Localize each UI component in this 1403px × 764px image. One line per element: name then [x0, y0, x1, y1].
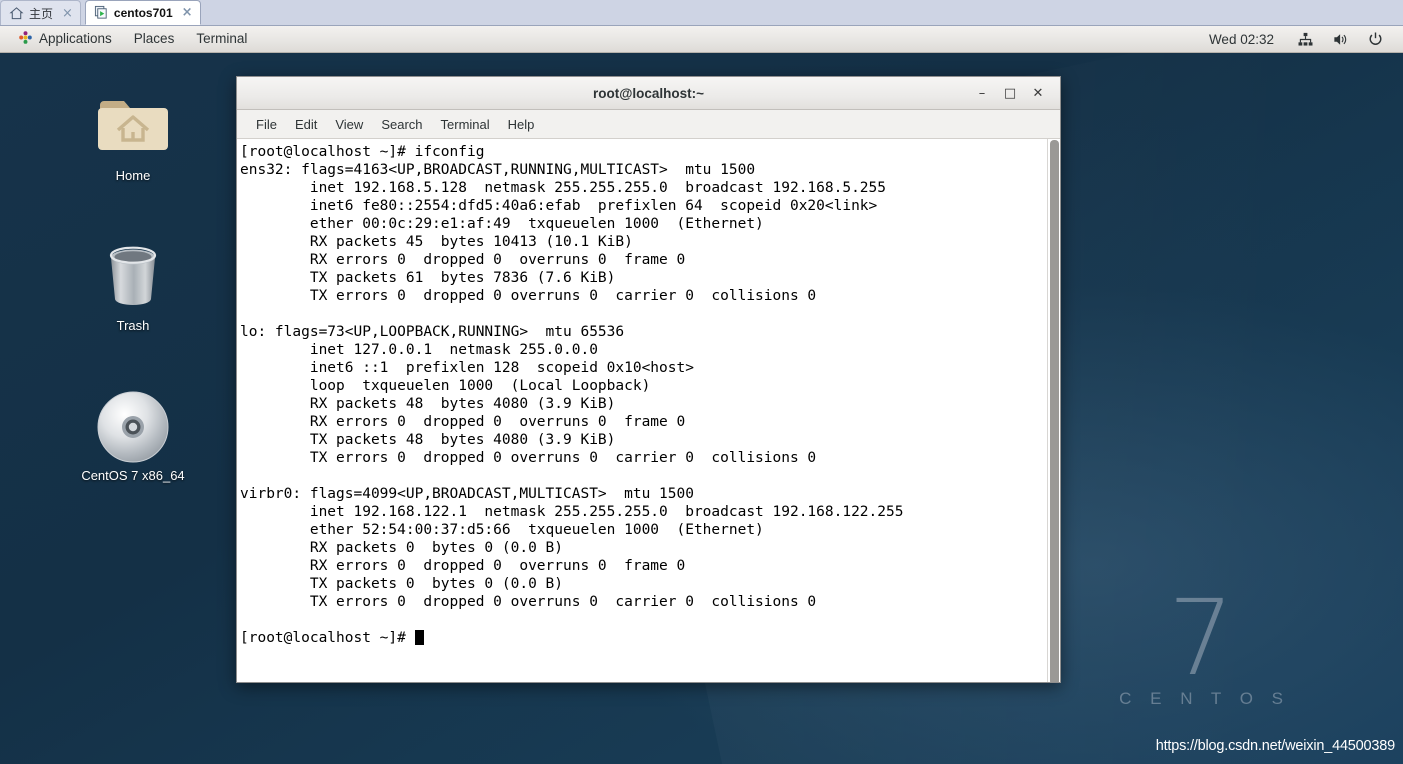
power-icon[interactable]	[1358, 31, 1393, 48]
vmware-tab-centos701-label: centos701	[113, 5, 173, 20]
watermark-number: 7	[1167, 577, 1235, 700]
menu-item-file[interactable]: File	[247, 115, 286, 134]
desktop-icon-centos-disc-label: CentOS 7 x86_64	[81, 468, 185, 483]
desktop-icon-home-folder[interactable]: Home	[74, 89, 192, 183]
panel-label-terminal: Terminal	[196, 31, 248, 47]
vmware-tab-home[interactable]: 主页 ×	[0, 0, 81, 25]
centos-watermark: 7 C E N T O S	[1112, 577, 1290, 709]
terminal-title-label: root@localhost:~	[592, 85, 705, 101]
close-button[interactable]: ✕	[1024, 80, 1052, 106]
blog-url-watermark: https://blog.csdn.net/weixin_44500389	[1155, 738, 1395, 754]
centos-applications-icon	[18, 30, 33, 48]
panel-menu-group: Applications Places Terminal	[0, 28, 258, 50]
desktop-icon-centos-disc[interactable]: CentOS 7 x86_64	[74, 389, 192, 483]
panel-item-applications[interactable]: Applications	[7, 28, 123, 50]
volume-icon[interactable]	[1323, 31, 1358, 48]
menu-item-view[interactable]: View	[326, 115, 372, 134]
terminal-prompt: [root@localhost ~]#	[240, 630, 415, 646]
terminal-scrollbar-thumb[interactable]	[1050, 140, 1059, 682]
desktop-icon-trash[interactable]: Trash	[74, 239, 192, 333]
virtual-machine-icon	[94, 5, 109, 20]
panel-item-places[interactable]: Places	[123, 30, 186, 48]
terminal-output-area[interactable]: [root@localhost ~]# ifconfig ens32: flag…	[237, 139, 1060, 682]
vmware-workstation-window: 主页 × centos701 × Applications Places Ter…	[0, 0, 1403, 764]
close-icon[interactable]: ×	[62, 7, 73, 20]
vmware-tab-centos701[interactable]: centos701 ×	[84, 0, 201, 25]
gnome-top-panel: Applications Places Terminal Wed 02:32	[0, 26, 1403, 53]
watermark-word: C E N T O S	[1119, 689, 1290, 708]
panel-label-places: Places	[133, 31, 175, 47]
panel-clock[interactable]: Wed 02:32	[1209, 32, 1288, 47]
vmware-tab-home-label: 主页	[29, 6, 54, 21]
home-icon	[9, 6, 24, 21]
terminal-menu-bar: File Edit View Search Terminal Help	[237, 110, 1060, 139]
desktop-icon-trash-label: Trash	[116, 318, 150, 333]
minimize-button[interactable]: –	[968, 80, 996, 106]
window-controls: – □ ✕	[968, 80, 1060, 106]
trash-can-icon	[74, 239, 192, 315]
vmware-tab-strip: 主页 × centos701 ×	[0, 0, 1403, 26]
terminal-cursor	[414, 630, 424, 645]
terminal-scrollback: [root@localhost ~]# ifconfig ens32: flag…	[240, 144, 904, 610]
terminal-text: [root@localhost ~]# ifconfig ens32: flag…	[240, 143, 903, 647]
panel-item-terminal[interactable]: Terminal	[185, 30, 258, 48]
panel-label-applications: Applications	[39, 31, 112, 47]
desktop-icon-home-folder-label: Home	[115, 168, 151, 183]
close-icon[interactable]: ×	[182, 6, 193, 19]
menu-item-terminal[interactable]: Terminal	[432, 115, 499, 134]
network-icon[interactable]	[1288, 31, 1323, 48]
menu-item-search[interactable]: Search	[372, 115, 431, 134]
optical-disc-icon	[74, 389, 192, 465]
terminal-title-bar[interactable]: root@localhost:~ – □ ✕	[237, 77, 1060, 110]
menu-item-edit[interactable]: Edit	[286, 115, 326, 134]
terminal-window: root@localhost:~ – □ ✕ File Edit View Se…	[236, 76, 1061, 683]
maximize-button[interactable]: □	[996, 80, 1024, 106]
panel-status-area: Wed 02:32	[1209, 31, 1403, 48]
terminal-scrollbar[interactable]	[1047, 139, 1060, 682]
folder-home-icon	[74, 89, 192, 165]
menu-item-help[interactable]: Help	[499, 115, 544, 134]
